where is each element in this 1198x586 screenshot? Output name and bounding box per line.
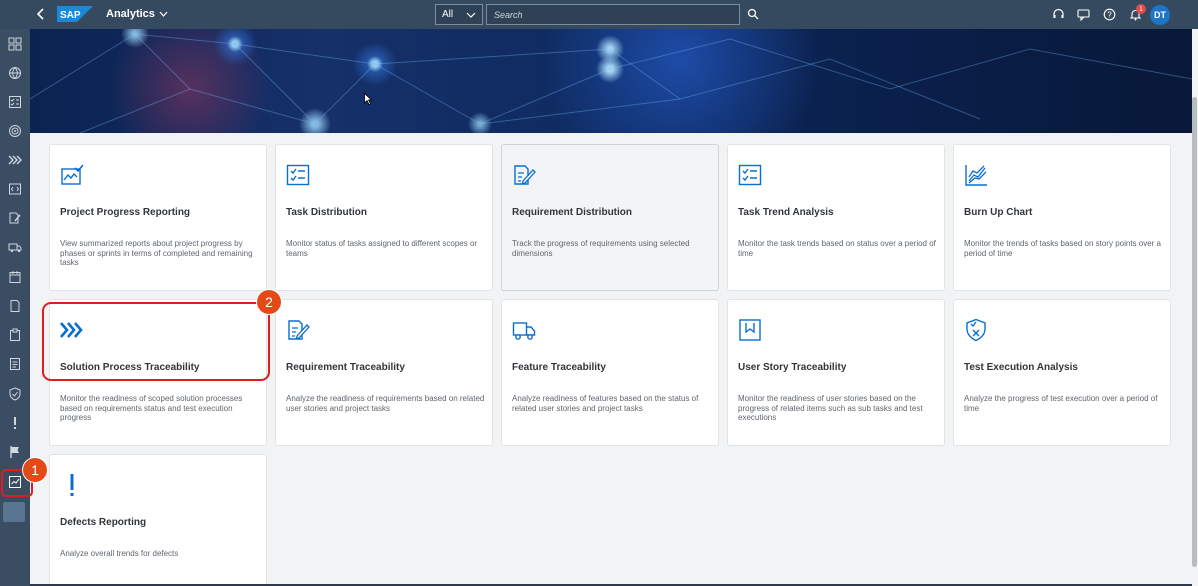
tile-description: View summarized reports about project pr… [60,239,253,267]
app-title: Analytics [106,8,155,20]
tile-description: Analyze overall trends for defects [60,549,179,558]
nav-item-flag[interactable] [7,444,23,460]
nav-item-clipboard[interactable] [7,327,23,343]
user-avatar[interactable]: DT [1150,5,1170,25]
code-box-icon [9,183,21,195]
nav-item-calendar[interactable] [7,269,23,285]
nav-item-requirements[interactable] [7,210,23,226]
tile-test-execution-analysis[interactable]: Test Execution Analysis Analyze the prog… [953,299,1171,446]
nav-item-reports[interactable] [7,356,23,372]
nav-item-documents[interactable] [7,298,23,314]
chart-check-icon [61,164,84,185]
tile-title: Test Execution Analysis [964,362,1078,373]
line-chart-icon [965,165,987,186]
chevron-down-icon [466,12,476,18]
tile-description: Monitor the trends of tasks based on sto… [964,239,1161,258]
feedback-icon[interactable] [1077,8,1090,21]
tile-task-trend-analysis[interactable]: Task Trend Analysis Monitor the task tre… [727,144,945,291]
support-headset-icon[interactable] [1052,8,1065,21]
search-scope-value: All [442,9,454,20]
sap-logo[interactable]: SAP [57,6,93,22]
tile-burn-up-chart[interactable]: Burn Up Chart Monitor the trends of task… [953,144,1171,291]
tile-description: Analyze the readiness of requirements ba… [286,394,485,413]
tile-title: Task Distribution [286,207,367,218]
nav-item-features[interactable] [7,239,23,255]
mouse-cursor-icon [364,93,372,105]
tile-feature-traceability[interactable]: Feature Traceability Analyze readiness o… [501,299,719,446]
tile-title: Task Trend Analysis [738,207,834,218]
nav-item-test[interactable] [7,386,23,402]
document-edit-icon [514,165,536,185]
nav-item-overview[interactable] [7,36,23,52]
app-title-menu[interactable]: Analytics [106,8,168,20]
tile-title: Feature Traceability [512,362,606,373]
clipboard-icon [10,328,20,341]
shield-check-icon [966,318,986,342]
globe-icon [9,67,21,79]
shell-bar: SAP Analytics All ? 1 DT [0,0,1198,29]
exclamation-icon [14,417,16,429]
side-navigation [0,29,30,586]
grid-icon [8,37,22,51]
truck-icon [512,322,536,340]
tile-title: Defects Reporting [60,517,147,528]
nav-item-defects[interactable] [7,415,23,431]
tile-requirement-traceability[interactable]: Requirement Traceability Analyze the rea… [275,299,493,446]
flag-icon [10,446,19,458]
nav-item-roadmap[interactable] [7,65,23,81]
svg-text:SAP: SAP [60,10,81,21]
highlight-solution-process-tile [42,302,270,381]
calendar-icon [9,271,21,283]
chevron-down-icon [159,11,168,17]
bookmark-icon [739,319,761,341]
nav-item-target[interactable] [7,123,23,139]
tile-task-distribution[interactable]: Task Distribution Monitor status of task… [275,144,493,291]
tile-requirement-distribution[interactable]: Requirement Distribution Track the progr… [501,144,719,291]
tile-description: Track the progress of requirements using… [512,239,690,258]
tile-description: Analyze readiness of features based on t… [512,394,699,413]
step-marker-1: 1 [23,458,47,482]
nav-item-code[interactable] [7,181,23,197]
checklist-icon [738,164,762,186]
truck-icon [8,243,22,253]
search-icon[interactable] [747,8,759,20]
nav-active-indicator [3,502,25,522]
shield-check-icon [9,387,21,401]
nav-item-tasks[interactable] [7,94,23,110]
tile-title: Requirement Distribution [512,207,633,218]
tile-title: Requirement Traceability [286,362,405,373]
svg-text:?: ? [1107,10,1112,19]
step-marker-2: 2 [257,290,281,314]
nav-item-processes[interactable] [7,152,23,168]
target-icon [9,125,21,137]
checklist-icon [286,164,310,186]
tile-title: User Story Traceability [738,362,847,373]
process-chevrons-icon [8,155,22,165]
tile-project-progress-reporting[interactable]: Project Progress Reporting View summariz… [49,144,267,291]
exclamation-icon [70,474,74,496]
search-scope-select[interactable]: All [435,4,483,25]
checklist-icon [9,96,21,108]
chevron-left-icon [36,8,44,20]
report-icon [10,358,20,370]
tile-description: Monitor status of tasks assigned to diff… [286,239,478,258]
help-icon[interactable]: ? [1103,8,1116,21]
tile-defects-reporting[interactable]: Defects Reporting Analyze overall trends… [49,454,267,584]
back-button[interactable] [33,6,49,22]
header-banner [30,29,1192,133]
tile-description: Monitor the readiness of user stories ba… [738,394,923,422]
document-edit-icon [288,320,310,340]
document-edit-icon [9,212,21,224]
tile-description: Analyze the progress of test execution o… [964,394,1158,413]
document-icon [10,300,20,312]
tile-title: Project Progress Reporting [60,207,191,218]
tile-title: Burn Up Chart [964,207,1033,218]
page-scrollbar-thumb[interactable] [1192,97,1197,567]
tile-description: Monitor the task trends based on status … [738,239,936,258]
network-background-image [30,33,1192,133]
tile-user-story-traceability[interactable]: User Story Traceability Monitor the read… [727,299,945,446]
tile-description: Monitor the readiness of scoped solution… [60,394,243,422]
search-input[interactable] [486,4,740,25]
notification-badge: 1 [1136,4,1146,14]
